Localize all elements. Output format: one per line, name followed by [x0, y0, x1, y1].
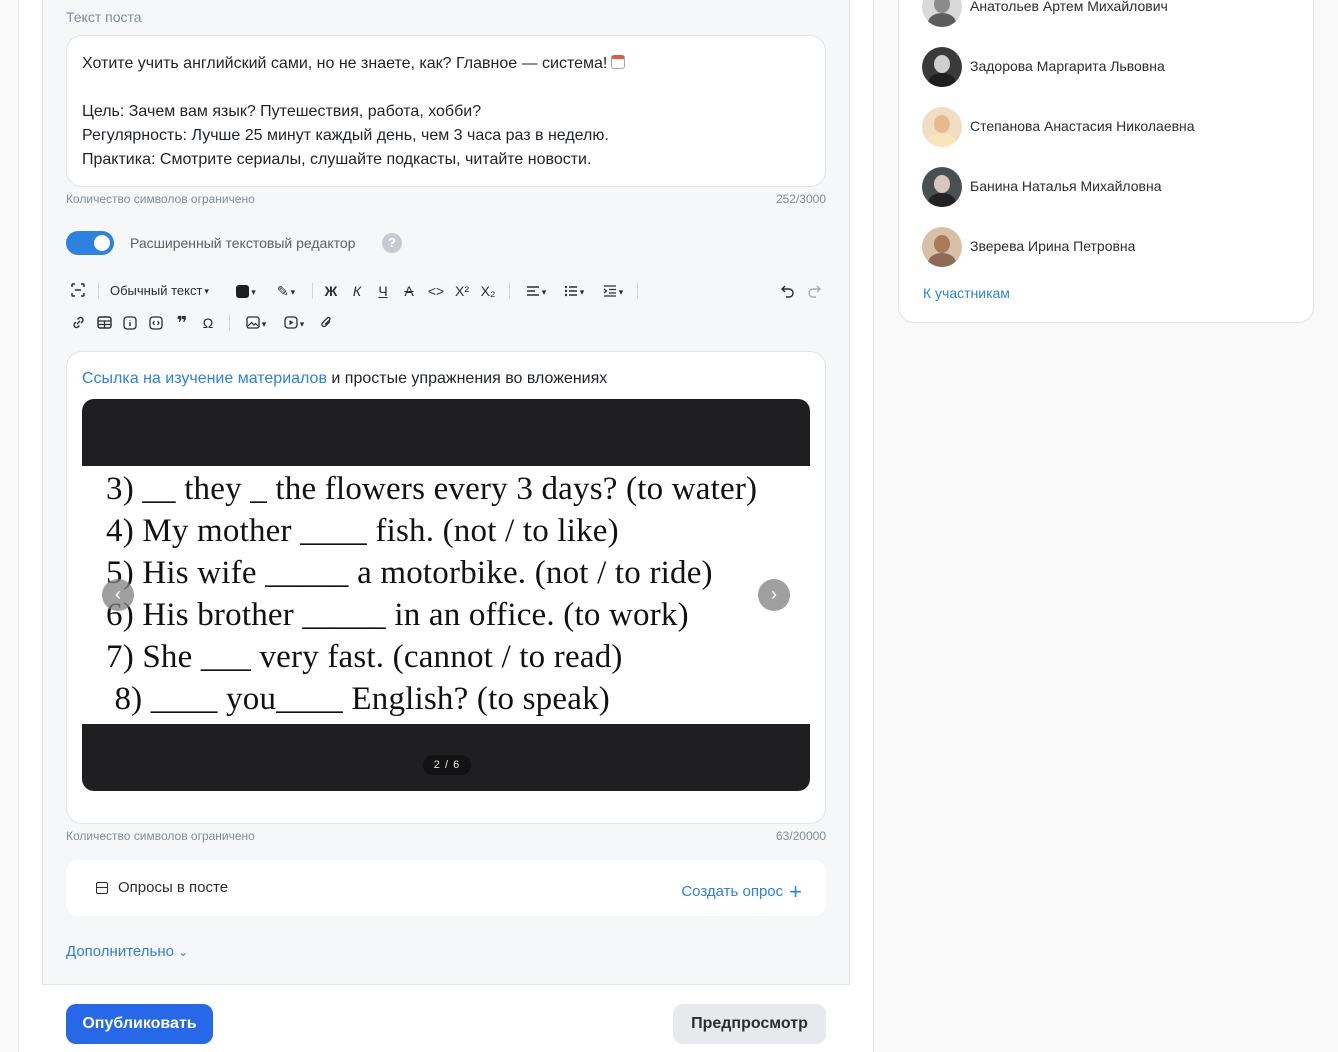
content-paragraph: Ссылка на изучение материалов и простые … — [82, 368, 607, 390]
help-icon[interactable]: ? — [382, 233, 402, 253]
toolbar-separator — [229, 315, 230, 331]
text-color-dropdown[interactable]: ▾ — [231, 281, 261, 301]
polls-label: Опросы в посте — [118, 879, 229, 896]
rich-editor-toggle[interactable] — [66, 231, 114, 255]
rich-editor-label: Расширенный текстовый редактор — [130, 235, 356, 251]
image-carousel[interactable]: 3) __ they _ the flowers every 3 days? (… — [82, 399, 810, 791]
underline-button[interactable]: Ч — [374, 281, 392, 301]
toolbar-separator — [637, 283, 638, 299]
post-text-label: Текст поста — [66, 9, 142, 25]
avatar — [922, 227, 962, 267]
avatar — [922, 47, 962, 87]
indent-dropdown[interactable]: ▾ — [597, 281, 629, 301]
content-text: и простые упражнения во вложениях — [326, 370, 608, 387]
member-name: Степанова Анастасия Николаевна — [970, 118, 1195, 134]
text-style-dropdown[interactable]: Обычный текст ▾ — [110, 281, 209, 301]
scan-icon[interactable] — [68, 281, 88, 301]
quote-icon[interactable]: ❞ — [172, 313, 192, 333]
embed-icon[interactable] — [146, 313, 166, 333]
italic-button[interactable]: К — [348, 281, 366, 301]
info-block-icon[interactable] — [120, 313, 140, 333]
slide-line: 7) She ___ very fast. (cannot / to read) — [106, 639, 623, 675]
post-line: Цель: Зачем вам язык? Путешествия, работ… — [82, 103, 482, 120]
carousel-next-button[interactable]: › — [758, 579, 790, 611]
post-char-limit-hint: Количество символов ограничено — [66, 192, 255, 206]
additional-settings-toggle[interactable]: Дополнительно ⌄ — [66, 943, 188, 960]
footer-divider — [42, 984, 850, 985]
strikethrough-button[interactable]: A — [400, 281, 418, 301]
toolbar-separator — [98, 283, 99, 299]
post-text-input[interactable]: Хотите учить английский сами, но не знае… — [66, 35, 826, 187]
redo-icon[interactable] — [804, 281, 824, 301]
slide-line: 3) __ they _ the flowers every 3 days? (… — [106, 471, 758, 507]
toolbar-separator — [312, 283, 313, 299]
calendar-icon — [611, 55, 626, 69]
member-name: Анатольев Артем Михайлович — [970, 0, 1168, 14]
undo-icon[interactable] — [778, 281, 798, 301]
align-dropdown[interactable]: ▾ — [520, 281, 552, 301]
slide-line: 5) His wife _____ a motorbike. (not / to… — [106, 555, 713, 591]
avatar — [922, 167, 962, 207]
member-name: Задорова Маргарита Львовна — [970, 58, 1165, 74]
to-members-link[interactable]: К участникам — [923, 285, 1010, 301]
toolbar-separator — [509, 283, 510, 299]
attachment-icon[interactable] — [316, 313, 336, 333]
superscript-button[interactable]: X² — [452, 281, 472, 301]
post-line: Хотите учить английский сами, но не знае… — [82, 52, 810, 76]
slide-line: 4) My mother ____ fish. (not / to like) — [106, 513, 619, 549]
preview-button[interactable]: Предпросмотр — [673, 1004, 826, 1044]
post-line — [82, 76, 810, 100]
slide-line: 8) ____ you____ English? (to speak) — [106, 681, 610, 717]
chevron-down-icon: ⌄ — [178, 945, 189, 959]
toggle-knob — [94, 235, 110, 251]
post-line: Регулярность: Лучше 25 минут каждый день… — [82, 127, 609, 144]
member-name: Зверева Ирина Петровна — [970, 238, 1136, 254]
video-dropdown[interactable]: ▾ — [278, 313, 310, 333]
subscript-button[interactable]: X₂ — [478, 281, 498, 301]
materials-link[interactable]: Ссылка на изучение материалов — [82, 370, 327, 387]
post-char-counter: 252/3000 — [775, 192, 826, 206]
bold-button[interactable]: Ж — [322, 281, 340, 301]
code-button[interactable]: <> — [425, 281, 447, 301]
polls-icon — [96, 882, 108, 894]
highlight-dropdown[interactable]: ✎ ▾ — [270, 281, 302, 301]
list-dropdown[interactable]: ▾ — [558, 281, 590, 301]
image-dropdown[interactable]: ▾ — [240, 313, 272, 333]
carousel-slide-image: 3) __ they _ the flowers every 3 days? (… — [82, 466, 810, 724]
polls-section: Опросы в посте Создать опрос + — [66, 860, 826, 916]
slide-line: 6) His brother _____ in an office. (to w… — [106, 597, 689, 633]
special-chars-icon[interactable]: Ω — [198, 313, 218, 333]
carousel-prev-button[interactable]: ‹ — [102, 579, 134, 611]
table-icon[interactable] — [94, 313, 114, 333]
member-name: Банина Наталья Михайловна — [970, 178, 1162, 194]
create-poll-button[interactable]: Создать опрос + — [681, 879, 802, 905]
link-icon[interactable] — [68, 313, 88, 333]
post-line: Практика: Смотрите сериалы, слушайте под… — [82, 151, 592, 168]
publish-button[interactable]: Опубликовать — [66, 1004, 213, 1044]
members-card — [898, 0, 1314, 323]
avatar — [922, 107, 962, 147]
content-char-counter: 63/20000 — [775, 829, 826, 843]
plus-icon: + — [789, 879, 802, 904]
carousel-pager: 2 / 6 — [423, 755, 471, 775]
content-char-limit-hint: Количество символов ограничено — [66, 829, 255, 843]
